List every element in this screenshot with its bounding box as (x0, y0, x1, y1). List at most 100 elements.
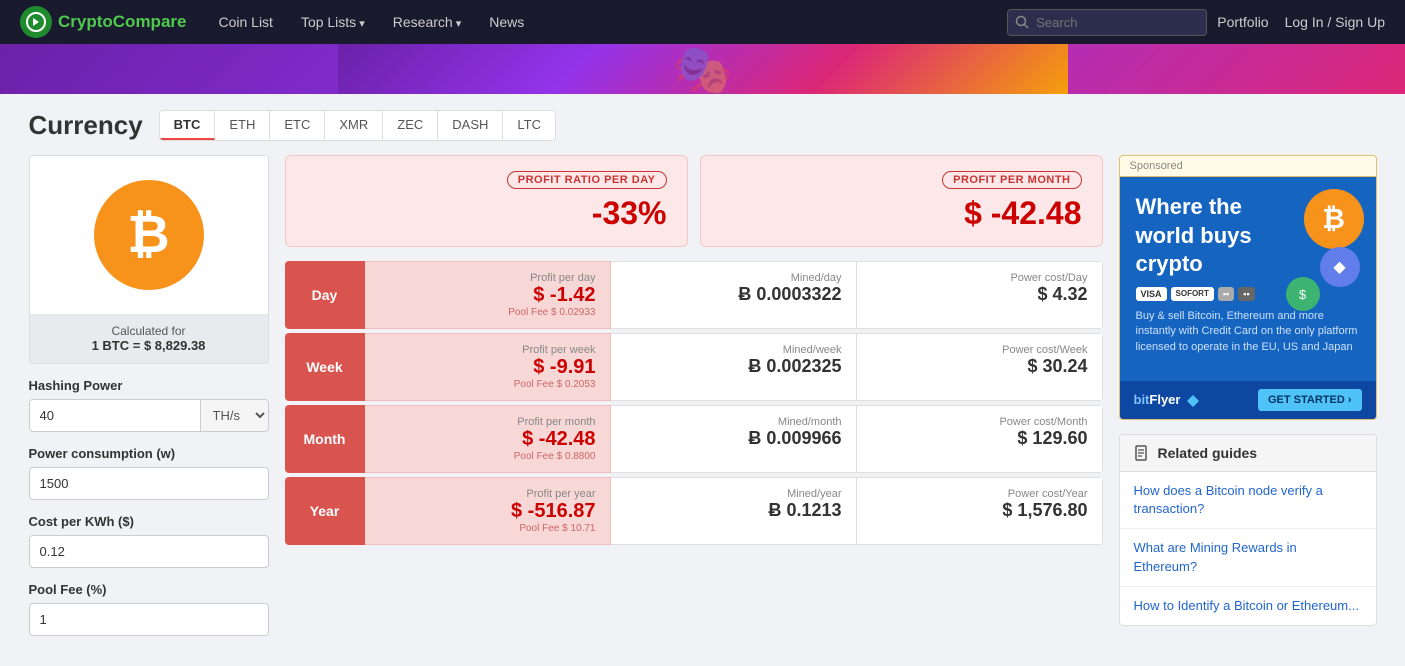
ad-footer: bitFlyer GET STARTED › (1120, 381, 1376, 419)
bitflyer-logo: bitFlyer (1134, 392, 1201, 408)
guide-item-0[interactable]: How does a Bitcoin node verify a transac… (1120, 472, 1376, 529)
table-row: Week Profit per week $ -9.91 Pool Fee $ … (285, 333, 1103, 401)
profit-summary: PROFIT RATIO PER DAY -33% PROFIT PER MON… (285, 155, 1103, 247)
logo-text: CryptoCompare (58, 12, 186, 32)
currency-header: Currency BTC ETH ETC XMR ZEC DASH LTC (29, 110, 1377, 141)
profit-per-month-value: $ -42.48 (721, 195, 1082, 232)
power-cell: Power cost/Week $ 30.24 (857, 333, 1103, 401)
table-row: Year Profit per year $ -516.87 Pool Fee … (285, 477, 1103, 545)
pool-fee-input[interactable] (29, 603, 269, 636)
mining-form: Hashing Power TH/s GH/s MH/s Power consu… (29, 378, 269, 636)
profit-per-month-label: PROFIT PER MONTH (942, 171, 1081, 189)
period-label-cell: Day (285, 261, 365, 329)
nav-top-lists[interactable]: Top Lists (289, 8, 377, 36)
login-link[interactable]: Log In / Sign Up (1285, 14, 1385, 30)
ad-title: Where the world buys crypto (1136, 193, 1282, 279)
profit-cell: Profit per day $ -1.42 Pool Fee $ 0.0293… (365, 261, 611, 329)
ad-card: Sponsored Where the world buys crypto ₿ … (1119, 155, 1377, 420)
nav-research[interactable]: Research (381, 8, 474, 36)
period-label-cell: Month (285, 405, 365, 473)
visa-icon: VISA (1136, 287, 1167, 301)
tab-ltc[interactable]: LTC (503, 111, 555, 140)
center-panel: PROFIT RATIO PER DAY -33% PROFIT PER MON… (285, 155, 1103, 650)
mined-cell: Mined/month Ƀ 0.009966 (611, 405, 857, 473)
related-guides-card: Related guides How does a Bitcoin node v… (1119, 434, 1377, 626)
profit-cell: Profit per month $ -42.48 Pool Fee $ 0.8… (365, 405, 611, 473)
period-label-cell: Week (285, 333, 365, 401)
banner-image: 🎭 (338, 44, 1068, 94)
get-started-button[interactable]: GET STARTED › (1258, 389, 1362, 411)
power-cell: Power cost/Month $ 129.60 (857, 405, 1103, 473)
ad-payment-icons: VISA SOFORT ▪▪ ▪▪ (1136, 287, 1360, 301)
related-guides-header: Related guides (1120, 435, 1376, 472)
profit-ratio-day-label: PROFIT RATIO PER DAY (507, 171, 667, 189)
ad-eth-icon: ◆ (1320, 247, 1360, 287)
ad-sponsored-label: Sponsored (1120, 156, 1376, 177)
ad-ltc-icon: $ (1286, 277, 1320, 311)
profit-ratio-day-card: PROFIT RATIO PER DAY -33% (285, 155, 688, 247)
portfolio-link[interactable]: Portfolio (1217, 14, 1268, 30)
tab-xmr[interactable]: XMR (325, 111, 383, 140)
power-cell: Power cost/Day $ 4.32 (857, 261, 1103, 329)
search-wrap (1007, 9, 1207, 36)
btc-price: 1 BTC = $ 8,829.38 (40, 338, 258, 353)
coin-calc: Calculated for 1 BTC = $ 8,829.38 (30, 314, 268, 363)
guide-item-1[interactable]: What are Mining Rewards in Ethereum? (1120, 529, 1376, 586)
power-consumption-input[interactable] (29, 467, 269, 500)
mined-cell: Mined/day Ƀ 0.0003322 (611, 261, 857, 329)
currency-tabs: BTC ETH ETC XMR ZEC DASH LTC (159, 110, 556, 141)
pool-fee-group: Pool Fee (%) (29, 582, 269, 636)
tab-dash[interactable]: DASH (438, 111, 503, 140)
ad-btc-icon: ₿ (1304, 189, 1364, 249)
guide-item-2[interactable]: How to Identify a Bitcoin or Ethereum... (1120, 587, 1376, 625)
profit-data-table: Day Profit per day $ -1.42 Pool Fee $ 0.… (285, 261, 1103, 545)
top-banner: 🎭 (0, 44, 1405, 94)
table-row: Month Profit per month $ -42.48 Pool Fee… (285, 405, 1103, 473)
sofort-icon: SOFORT (1171, 287, 1214, 301)
nav-links: Coin List Top Lists Research News (206, 8, 997, 36)
nav-news[interactable]: News (477, 8, 536, 36)
table-row: Day Profit per day $ -1.42 Pool Fee $ 0.… (285, 261, 1103, 329)
calculated-for-label: Calculated for (40, 324, 258, 338)
mined-cell: Mined/year Ƀ 0.1213 (611, 477, 857, 545)
profit-ratio-day-value: -33% (306, 195, 667, 232)
related-guides-title: Related guides (1158, 445, 1258, 461)
search-input[interactable] (1007, 9, 1207, 36)
main-content: ₿ Calculated for 1 BTC = $ 8,829.38 Hash… (29, 155, 1377, 650)
mined-cell: Mined/week Ƀ 0.002325 (611, 333, 857, 401)
tab-btc[interactable]: BTC (160, 111, 216, 140)
ad-description: Buy & sell Bitcoin, Ethereum and more in… (1136, 309, 1360, 355)
page-container: Currency BTC ETH ETC XMR ZEC DASH LTC ₿ … (13, 94, 1393, 666)
right-panel: Sponsored Where the world buys crypto ₿ … (1119, 155, 1377, 650)
ad-body: Where the world buys crypto ₿ ◆ $ VISA S… (1120, 177, 1376, 381)
navbar: CryptoCompare Coin List Top Lists Resear… (0, 0, 1405, 44)
profit-per-month-card: PROFIT PER MONTH $ -42.48 (700, 155, 1103, 247)
hashing-power-label: Hashing Power (29, 378, 269, 393)
logo[interactable]: CryptoCompare (20, 6, 186, 38)
tab-eth[interactable]: ETH (215, 111, 270, 140)
document-icon (1134, 445, 1150, 461)
nav-right: Portfolio Log In / Sign Up (1217, 14, 1385, 30)
period-label-cell: Year (285, 477, 365, 545)
page-title: Currency (29, 110, 143, 141)
hashing-power-unit-select[interactable]: TH/s GH/s MH/s (201, 399, 269, 432)
other-payment-icon2: ▪▪ (1238, 287, 1254, 301)
power-consumption-group: Power consumption (w) (29, 446, 269, 500)
hashing-power-input[interactable] (29, 399, 201, 432)
coin-icon-area: ₿ (30, 156, 268, 314)
hashing-power-group: Hashing Power TH/s GH/s MH/s (29, 378, 269, 432)
pool-fee-label: Pool Fee (%) (29, 582, 269, 597)
profit-cell: Profit per year $ -516.87 Pool Fee $ 10.… (365, 477, 611, 545)
hashing-power-input-row: TH/s GH/s MH/s (29, 399, 269, 432)
tab-zec[interactable]: ZEC (383, 111, 438, 140)
btc-logo: ₿ (94, 180, 204, 290)
profit-cell: Profit per week $ -9.91 Pool Fee $ 0.205… (365, 333, 611, 401)
other-payment-icon: ▪▪ (1218, 287, 1234, 301)
nav-coin-list[interactable]: Coin List (206, 8, 284, 36)
cost-kwh-input[interactable] (29, 535, 269, 568)
logo-icon (20, 6, 52, 38)
power-consumption-label: Power consumption (w) (29, 446, 269, 461)
tab-etc[interactable]: ETC (270, 111, 325, 140)
left-panel: ₿ Calculated for 1 BTC = $ 8,829.38 Hash… (29, 155, 269, 650)
cost-kwh-label: Cost per KWh ($) (29, 514, 269, 529)
